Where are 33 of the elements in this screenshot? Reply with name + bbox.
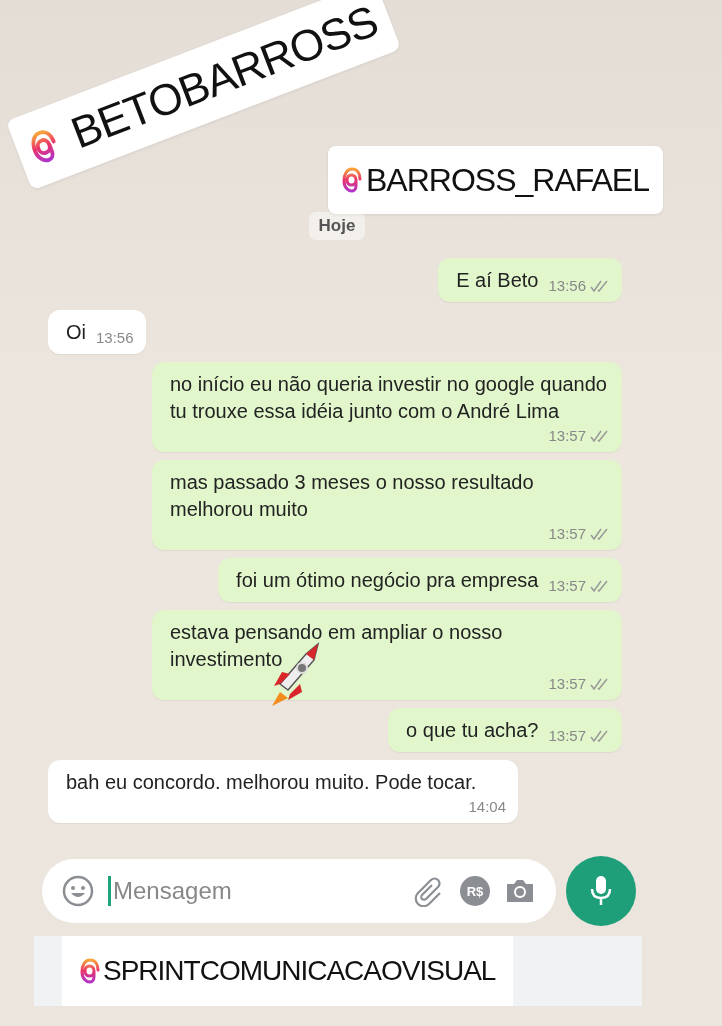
message-time: 13:56 (548, 277, 586, 294)
microphone-icon (590, 875, 612, 907)
camera-icon[interactable] (504, 877, 536, 905)
message-time: 13:57 (548, 675, 586, 692)
handle-text: BARROSS_RAFAEL (366, 164, 649, 196)
handle-text: SPRINTCOMUNICACAOVISUAL (103, 957, 496, 985)
message-text: o que tu acha? (406, 718, 539, 743)
double-check-icon (590, 527, 610, 540)
message-input[interactable]: Mensagem (108, 876, 400, 906)
message-text: E aí Beto (456, 268, 539, 293)
message-text: no início eu não queria investir no google quando tu trouxe essa idéia junto com o André Lima (170, 372, 608, 424)
payment-icon[interactable]: R$ (460, 876, 490, 906)
at-sign-icon (342, 166, 362, 194)
message-text: bah eu concordo. melhorou muito. Pode tocar. (66, 770, 478, 795)
date-chip: Hoje (308, 212, 366, 240)
double-check-icon (590, 729, 610, 742)
message-time: 13:57 (548, 727, 586, 744)
double-check-icon (590, 279, 610, 292)
message-time: 13:57 (548, 577, 586, 594)
message-text: mas passado 3 meses o nosso resultado melhorou muito (170, 470, 535, 522)
message-field[interactable]: Mensagem R$ (42, 859, 556, 923)
double-check-icon (590, 579, 610, 592)
at-sign-icon (80, 957, 100, 985)
message-time: 13:57 (548, 427, 586, 444)
message-text: foi um ótimo negócio pra empresa (236, 568, 539, 593)
message-time: 13:57 (548, 525, 586, 542)
message-text: Oi (66, 320, 86, 345)
double-check-icon (590, 677, 610, 690)
message-text: estava pensando em ampliar o nosso investimento (170, 620, 504, 672)
message-time: 13:56 (96, 329, 134, 346)
smiley-icon (62, 875, 94, 907)
message-time: 14:04 (468, 798, 506, 815)
double-check-icon (590, 429, 610, 442)
